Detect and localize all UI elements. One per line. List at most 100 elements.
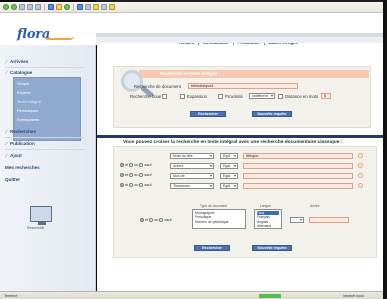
submenu-item-experte[interactable]: Experte — [17, 90, 31, 95]
type-doc-heading: Type de document — [200, 204, 228, 208]
proximite-checkbox[interactable] — [218, 94, 223, 99]
value-input-3[interactable] — [243, 173, 353, 179]
thesaurus-icon[interactable] — [358, 183, 363, 188]
status-bar: Terminé Intranet local — [0, 291, 383, 299]
sidebar-item-catalogue[interactable]: ⟋ Catalogue — [5, 70, 32, 75]
radio-sauf[interactable] — [139, 173, 144, 177]
doc-search-input[interactable]: bibliothèques — [188, 83, 298, 89]
radio-et[interactable] — [140, 218, 144, 222]
radio-ou[interactable] — [129, 163, 134, 167]
radio-sauf[interactable] — [139, 163, 144, 167]
search-icon[interactable] — [48, 4, 54, 10]
stop-icon[interactable] — [19, 4, 25, 10]
discuss-icon[interactable] — [101, 4, 107, 10]
advanced-search-title: Vous pouvez croiser la recherche en text… — [123, 140, 343, 145]
proximite-label: Proximité — [225, 94, 243, 99]
value-input-1[interactable]: éthique — [243, 153, 353, 159]
annee-heading: Année — [310, 204, 320, 208]
sidebar-item-recherches[interactable]: ⟋ Recherches — [5, 129, 36, 134]
sidebar-item-publication[interactable]: ⟋ Publication — [5, 141, 35, 146]
submenu-item-texte-integral[interactable]: Texte intégral — [17, 99, 41, 104]
radio-sauf[interactable] — [159, 218, 164, 222]
type-doc-listbox[interactable]: Monographie Périodique Numéro de périodi… — [192, 209, 246, 229]
operator-select-3[interactable]: Égal — [220, 173, 238, 179]
boolean-operators-4: et ou sauf — [120, 183, 152, 187]
simple-search-panel: Recherche en texte intégral Recherche de… — [113, 66, 371, 128]
home-icon[interactable] — [35, 4, 41, 10]
radio-ou[interactable] — [129, 183, 134, 187]
new-query-button[interactable]: Nouvelle requête — [252, 111, 292, 117]
radio-et[interactable] — [120, 183, 124, 187]
field-select-4[interactable]: Thesaurus — [170, 183, 214, 189]
operator-select-1[interactable]: Égal — [220, 153, 238, 159]
annee-input[interactable] — [309, 217, 349, 223]
help-icon[interactable] — [358, 173, 363, 178]
search-type-label: Recherche floue — [130, 94, 162, 99]
sidebar-item-mes-recherches[interactable]: Mes recherches — [5, 165, 40, 170]
sidebar-divider — [5, 67, 85, 68]
panel-title: Recherche en texte intégral — [160, 71, 218, 76]
help-icon[interactable] — [358, 163, 363, 168]
field-select-3[interactable]: Mot-clé — [170, 173, 214, 179]
sidebar-item-quitter[interactable]: Quitter — [5, 177, 20, 182]
operator-select-4[interactable]: Égal — [220, 183, 238, 189]
langue-option[interactable]: Allemand — [257, 224, 279, 228]
window-edge — [383, 0, 387, 299]
mail-icon[interactable] — [77, 4, 83, 10]
sidebar: ⟋ Arrivées ⟋ Catalogue Simple Experte Text… — [0, 45, 96, 291]
distance-label: Distance en mots — [285, 94, 319, 99]
field-select-2[interactable]: Auteur — [170, 163, 214, 169]
operator-select-2[interactable]: Égal — [220, 163, 238, 169]
back-icon[interactable] — [3, 4, 9, 10]
messenger-icon[interactable] — [109, 4, 115, 10]
submenu-item-exemplaires[interactable]: Exemplaires — [17, 117, 39, 122]
history-icon[interactable] — [64, 4, 70, 10]
type-doc-option[interactable]: Numéro de périodique — [195, 220, 243, 224]
sidebar-divider — [5, 137, 85, 138]
monitor-icon — [30, 206, 52, 225]
submenu-item-periodiques[interactable]: Périodiques — [17, 108, 38, 113]
edit-icon[interactable] — [93, 4, 99, 10]
expansion-checkbox[interactable] — [180, 94, 185, 99]
distance-input[interactable]: 5 — [321, 93, 331, 99]
logo-swoosh — [44, 36, 74, 40]
flora-logo: flora — [17, 27, 50, 42]
radio-et[interactable] — [120, 163, 124, 167]
doc-search-label: Recherche de document — [134, 84, 181, 89]
fuzzy-checkbox[interactable] — [162, 94, 167, 99]
langue-heading: Langue — [260, 204, 272, 208]
radio-ou[interactable] — [149, 218, 154, 222]
favorites-icon[interactable] — [56, 4, 62, 10]
sidebar-item-arrivees[interactable]: ⟋ Arrivées — [5, 59, 28, 64]
langue-listbox[interactable]: Tous Français Anglais Allemand — [254, 209, 282, 229]
refresh-icon[interactable] — [27, 4, 33, 10]
advanced-new-query-button[interactable]: Nouvelle requête — [252, 245, 292, 251]
annee-operator-select[interactable] — [290, 217, 304, 223]
toolbar-separator — [73, 3, 74, 11]
search-button[interactable]: Rechercher — [190, 111, 226, 117]
header-band-light — [96, 37, 383, 43]
boolean-operators-2: et ou sauf — [120, 163, 152, 167]
expansion-label: Expansion — [187, 94, 208, 99]
radio-ou[interactable] — [129, 173, 134, 177]
progress-indicator — [259, 294, 281, 298]
radio-sauf[interactable] — [139, 183, 144, 187]
proximite-select[interactable]: indifférent — [249, 93, 275, 99]
distance-checkbox[interactable] — [278, 94, 283, 99]
sidebar-item-ajout[interactable]: ⟋ Ajout — [5, 153, 22, 158]
help-icon[interactable] — [358, 153, 363, 158]
submenu-item-simple[interactable]: Simple — [17, 81, 29, 86]
toolbar-separator — [44, 3, 45, 11]
monitor-label: Ressemble — [27, 226, 45, 230]
value-input-4[interactable] — [243, 183, 353, 189]
value-input-2[interactable] — [243, 163, 353, 169]
advanced-search-button[interactable]: Rechercher — [194, 245, 230, 251]
radio-et[interactable] — [120, 173, 124, 177]
forward-icon[interactable] — [11, 4, 17, 10]
print-icon[interactable] — [85, 4, 91, 10]
field-select-1[interactable]: Mots du titre — [170, 153, 214, 159]
zone-label: Intranet local — [343, 294, 364, 298]
section-divider — [97, 135, 383, 138]
advanced-search-panel: Mots du titre Égal éthique et ou sauf Au… — [113, 146, 377, 258]
boolean-operators-3: et ou sauf — [120, 173, 152, 177]
